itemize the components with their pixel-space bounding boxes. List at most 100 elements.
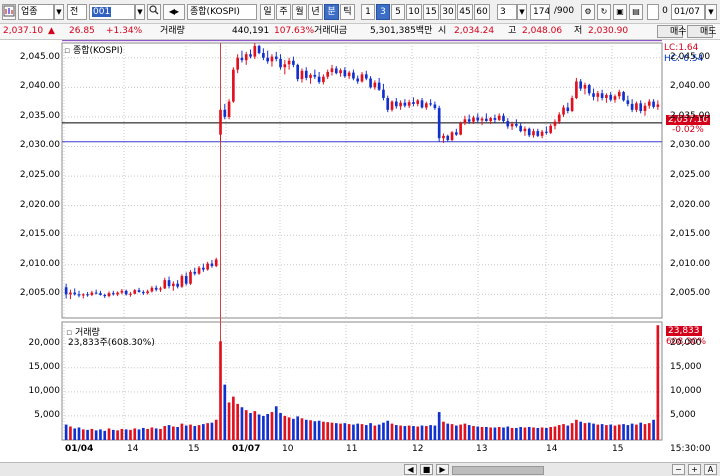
candle-body xyxy=(489,118,492,122)
volume-bar xyxy=(647,423,651,440)
scroll-left-button[interactable]: ◀ xyxy=(404,464,417,475)
volume-bar xyxy=(493,427,497,440)
volume-bar xyxy=(266,413,269,440)
interval-tab-7[interactable]: 60 xyxy=(474,4,490,20)
candle-body xyxy=(579,81,583,89)
interval-tab-1[interactable]: 3 xyxy=(376,4,390,20)
interval-tab-4[interactable]: 15 xyxy=(423,4,439,20)
volume-bar xyxy=(467,425,471,440)
period-tab-4[interactable]: 분 xyxy=(324,4,339,20)
interval-tab-0[interactable]: 1 xyxy=(361,4,375,20)
candle-body xyxy=(532,131,535,136)
market-dropdown-icon[interactable]: ▼ xyxy=(54,4,64,20)
candle-body xyxy=(382,89,385,98)
current-price: 2,037.10 xyxy=(3,26,44,36)
date-checkbox[interactable] xyxy=(647,4,659,20)
candle-body xyxy=(129,293,132,295)
interval-tab-3[interactable]: 10 xyxy=(406,4,422,20)
candle-body xyxy=(429,103,432,105)
interval-tab-6[interactable]: 45 xyxy=(457,4,473,20)
volume-bar xyxy=(575,419,578,440)
volume-bar xyxy=(206,423,209,440)
candle-body xyxy=(103,294,107,297)
candle-body xyxy=(557,114,561,122)
candle-body xyxy=(296,64,300,80)
volume-bar xyxy=(180,423,184,440)
count-input[interactable]: 174 xyxy=(530,4,550,20)
candle-body xyxy=(111,293,115,295)
volume-bar xyxy=(90,428,94,440)
auto-scale-button[interactable]: A xyxy=(704,464,717,475)
candle-body xyxy=(433,104,437,109)
date-dropdown-icon[interactable]: ▼ xyxy=(705,4,717,20)
chart-scrollbar[interactable]: ◀ ■ ▶ − + A xyxy=(0,462,720,476)
date-input[interactable]: 01/07 xyxy=(671,4,705,20)
candle-body xyxy=(189,271,192,284)
search-icon[interactable] xyxy=(147,4,161,20)
print-icon[interactable]: ▤ xyxy=(629,4,643,20)
candle-body xyxy=(562,107,565,115)
scroll-thumb[interactable] xyxy=(452,466,544,475)
count-total: /900 xyxy=(550,4,578,20)
volume-bar xyxy=(390,423,394,440)
scroll-stop-button[interactable]: ■ xyxy=(420,464,433,475)
last-change-label: -0.02% xyxy=(672,125,704,135)
volume-bar xyxy=(304,419,308,440)
volume-bar xyxy=(557,425,561,440)
candle-body xyxy=(107,293,111,297)
interval-tab-2[interactable]: 5 xyxy=(391,4,405,20)
volume-tick-left: 10,000 xyxy=(28,385,61,396)
candle-body xyxy=(575,81,578,98)
type-select[interactable]: 전 xyxy=(67,4,87,20)
code-input[interactable]: 001 xyxy=(89,4,135,20)
candle-body xyxy=(652,101,655,107)
interval-tab-5[interactable]: 30 xyxy=(440,4,456,20)
volume-bar xyxy=(549,426,552,440)
interval-dropdown-icon[interactable]: ▼ xyxy=(517,4,527,20)
candle-body xyxy=(416,100,420,104)
volume-bar xyxy=(69,426,72,440)
refresh-icon[interactable]: ↻ xyxy=(597,4,611,20)
volume-bar xyxy=(605,425,608,440)
period-tab-5[interactable]: 틱 xyxy=(340,4,355,20)
zoom-in-button[interactable]: + xyxy=(688,464,701,475)
volume-bar xyxy=(296,416,300,440)
candle-body xyxy=(377,82,381,90)
period-tab-2[interactable]: 월 xyxy=(292,4,307,20)
volume-bar xyxy=(356,423,360,440)
period-tab-3[interactable]: 년 xyxy=(308,4,323,20)
candle-body xyxy=(549,125,552,133)
speaker-icon[interactable]: ◀▸ xyxy=(163,4,185,20)
save-icon[interactable]: ▣ xyxy=(613,4,627,20)
volume-bar xyxy=(193,426,197,440)
market-select[interactable]: 업종 xyxy=(18,4,54,20)
candle-body xyxy=(446,135,450,140)
candle-body xyxy=(536,131,540,136)
period-tab-0[interactable]: 일 xyxy=(260,4,275,20)
volume-bar xyxy=(159,428,162,440)
sell-button[interactable]: 매도 xyxy=(687,25,717,38)
period-tab-1[interactable]: 주 xyxy=(276,4,291,20)
buy-button[interactable]: 매수 xyxy=(657,25,687,38)
volume-bar xyxy=(244,410,248,440)
scroll-right-button[interactable]: ▶ xyxy=(436,464,449,475)
volume-bar xyxy=(382,422,385,440)
volume-bar xyxy=(412,426,415,440)
count-input-value: 174 xyxy=(533,7,550,17)
candle-body xyxy=(570,98,574,112)
zoom-out-button[interactable]: − xyxy=(672,464,685,475)
candle-body xyxy=(459,123,462,135)
code-dropdown-icon[interactable]: ▼ xyxy=(135,4,145,20)
zoom-in-icon: + xyxy=(691,465,698,474)
settings-icon[interactable]: ⚙ xyxy=(581,4,595,20)
market-select-value: 업종 xyxy=(21,7,38,17)
chart-type-icon[interactable] xyxy=(2,4,16,20)
candle-body xyxy=(605,95,608,98)
volume-bar xyxy=(111,429,115,440)
candle-body xyxy=(497,115,501,120)
time-axis-label: 10 xyxy=(282,444,294,454)
interval-select[interactable]: 3 xyxy=(497,4,517,20)
candle-body xyxy=(467,119,471,122)
candlestick-chart[interactable] xyxy=(0,40,720,462)
volume-bar xyxy=(86,429,89,440)
